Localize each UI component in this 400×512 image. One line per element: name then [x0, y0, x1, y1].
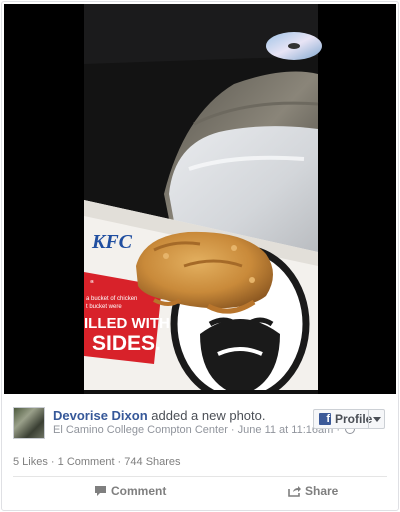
- comments-count[interactable]: 1 Comment: [58, 456, 115, 468]
- box-brand-text: KFC: [91, 231, 133, 253]
- comment-button[interactable]: Comment: [94, 484, 166, 498]
- box-text-line-2: t bucket were: [86, 304, 122, 310]
- likes-count[interactable]: 5 Likes: [13, 456, 48, 468]
- actions-divider: [13, 476, 387, 477]
- comment-label: Comment: [111, 484, 167, 498]
- facebook-logo-icon: f: [319, 413, 331, 425]
- shares-count[interactable]: 744 Shares: [124, 456, 180, 468]
- post-meta: El Camino College Compton Center · June …: [53, 424, 356, 436]
- share-arrow-icon: [288, 486, 301, 497]
- action-text: added a new photo.: [151, 408, 266, 423]
- profile-button-divider: [368, 410, 369, 428]
- location-link[interactable]: El Camino College Compton Center: [53, 424, 228, 436]
- box-text-line-3: ILLED WITH: [84, 315, 170, 332]
- author-name-link[interactable]: Devorise Dixon: [53, 408, 148, 423]
- post-stats: 5 Likes · 1 Comment · 744 Shares: [13, 456, 181, 468]
- photo-image: KFC “ a bucket of chicken t bucket were …: [4, 4, 396, 394]
- stats-separator-1: ·: [47, 456, 58, 468]
- facebook-post-card: KFC “ a bucket of chicken t bucket were …: [1, 1, 399, 511]
- share-label: Share: [305, 484, 339, 498]
- profile-button-label: Profile: [335, 412, 373, 426]
- meta-separator: ·: [227, 424, 238, 436]
- share-button[interactable]: Share: [288, 484, 338, 498]
- author-line: Devorise Dixon added a new photo.: [53, 408, 266, 423]
- box-quote-mark: “: [90, 279, 94, 288]
- post-header: Devorise Dixon added a new photo. El Cam…: [2, 400, 398, 446]
- speech-bubble-icon: [95, 486, 106, 496]
- avatar[interactable]: [13, 407, 45, 439]
- box-text-line-1: a bucket of chicken: [86, 296, 137, 302]
- stats-separator-2: ·: [114, 456, 125, 468]
- profile-button[interactable]: f Profile: [313, 409, 385, 429]
- post-photo[interactable]: KFC “ a bucket of chicken t bucket were …: [4, 4, 396, 394]
- chevron-down-icon[interactable]: [373, 417, 381, 422]
- box-text-line-4: SIDES.: [92, 332, 161, 355]
